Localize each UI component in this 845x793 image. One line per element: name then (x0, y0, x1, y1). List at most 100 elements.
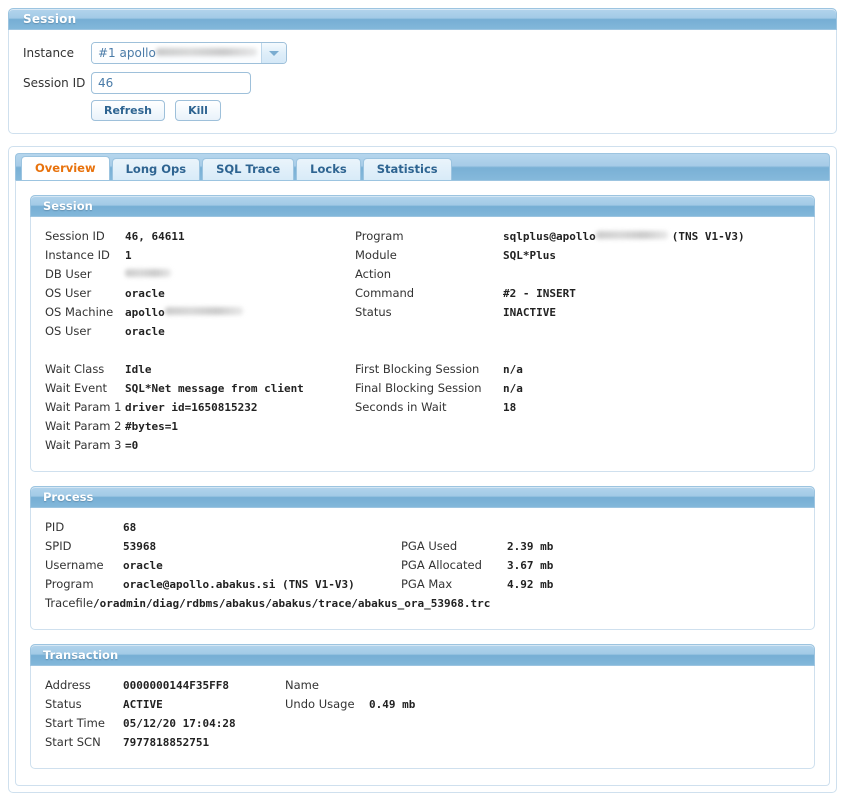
panel-session-header: Session (30, 195, 815, 217)
field-row: Name (285, 678, 800, 697)
panel-process: Process PID 68 SPID 53968 Username oracle Prog… (30, 486, 815, 630)
field-row: OS User oracle (45, 286, 355, 305)
field-row: Tracefile/oradmin/diag/rdbms/abakus/abak… (45, 596, 490, 615)
field-label: Final Blocking Session (355, 381, 482, 395)
field-spacer (45, 343, 355, 362)
field-row: Module SQL*Plus (355, 248, 800, 267)
field-label: Action (355, 267, 392, 281)
redacted-instance-text (155, 48, 257, 56)
tab-overview[interactable]: Overview (21, 156, 110, 180)
field-value: oracle (125, 325, 165, 338)
field-label: PGA Max (401, 577, 453, 591)
field-value: sqlplus@apollo (503, 230, 596, 243)
instance-select-value[interactable]: #1 apollo (92, 43, 261, 63)
transaction-fields-right: Name Undo Usage 0.49 mb (285, 678, 800, 754)
panel-session-title: Session (43, 199, 93, 213)
field-label: Wait Param 2 (45, 419, 122, 433)
field-row: Final Blocking Session n/a (355, 381, 800, 400)
field-label: First Blocking Session (355, 362, 480, 376)
field-row: Wait Param 1 driver id=1650815232 (45, 400, 355, 419)
field-value: SQL*Plus (503, 249, 556, 262)
instance-select-text: #1 apollo (98, 46, 156, 60)
field-label: PGA Allocated (401, 558, 482, 572)
field-value: 53968 (123, 540, 157, 553)
field-row: Username oracle (45, 558, 401, 577)
field-value: #2 - INSERT (503, 287, 576, 300)
panel-session: Session Session ID 46, 64611 Instance ID 1 D… (30, 195, 815, 472)
session-fields-left: Session ID 46, 64611 Instance ID 1 DB User OS… (45, 229, 355, 457)
field-value: 46, 64611 (125, 230, 185, 243)
instance-select-button[interactable] (261, 43, 286, 63)
field-value: SQL*Net message from client (125, 382, 304, 395)
redacted-value (164, 307, 243, 315)
tab-locks[interactable]: Locks (296, 158, 361, 180)
field-label: OS User (45, 286, 92, 300)
window-titlebar: Session (8, 8, 837, 30)
field-row: Start SCN 7977818852751 (45, 735, 285, 754)
field-label: Instance ID (45, 248, 110, 262)
field-value: n/a (503, 363, 523, 376)
panel-process-body: PID 68 SPID 53968 Username oracle Program oracl… (31, 508, 814, 629)
field-spacer (355, 343, 800, 362)
tab-statistics[interactable]: Statistics (362, 158, 452, 180)
field-row: Wait Class Idle (45, 362, 355, 381)
field-value: =0 (125, 439, 139, 452)
instance-select[interactable]: #1 apollo (91, 42, 287, 64)
field-row: Start Time 05/12/20 17:04:28 (45, 716, 285, 735)
field-row: Status ACTIVE (45, 697, 285, 716)
field-row: Undo Usage 0.49 mb (285, 697, 800, 716)
field-value: 0000000144F35FF8 (123, 679, 229, 692)
session-fields-right: Program sqlplus@apollo (TNS V1-V3) Module SQ… (355, 229, 800, 457)
panel-session-body: Session ID 46, 64611 Instance ID 1 DB User OS… (31, 217, 814, 471)
panel-transaction-body: Address 0000000144F35FF8 Status ACTIVE Start… (31, 666, 814, 768)
field-row: PID 68 (45, 520, 401, 539)
field-value: ACTIVE (123, 698, 163, 711)
panel-transaction-title: Transaction (43, 648, 119, 662)
field-label: Name (285, 678, 319, 692)
field-label: Wait Event (45, 381, 107, 395)
tab-long-ops[interactable]: Long Ops (111, 158, 201, 180)
field-label: Username (45, 558, 104, 572)
field-spacer (401, 520, 800, 539)
field-value: n/a (503, 382, 523, 395)
field-label: SPID (45, 539, 72, 553)
field-label: PGA Used (401, 539, 458, 553)
transaction-fields-left: Address 0000000144F35FF8 Status ACTIVE Start… (45, 678, 285, 754)
field-row: Wait Param 2 #bytes=1 (45, 419, 355, 438)
kill-button[interactable]: Kill (174, 100, 221, 121)
tab-strip: Overview Long Ops SQL Trace Locks Statistics (15, 153, 830, 180)
field-label: Wait Param 1 (45, 400, 122, 414)
field-spacer (355, 324, 800, 343)
field-value: 05/12/20 17:04:28 (123, 717, 236, 730)
refresh-button[interactable]: Refresh (91, 100, 165, 121)
field-row: First Blocking Session n/a (355, 362, 800, 381)
session-window: Session Instance #1 apollo Session ID Re… (0, 0, 845, 793)
field-label: Session ID (45, 229, 105, 243)
field-label: Seconds in Wait (355, 400, 447, 414)
field-value: 7977818852751 (123, 736, 210, 749)
field-row: DB User (45, 267, 355, 286)
session-id-input[interactable] (91, 72, 251, 94)
tab-panel-overview: Session Session ID 46, 64611 Instance ID 1 D… (15, 180, 830, 786)
field-row: SPID 53968 (45, 539, 401, 558)
field-row: Address 0000000144F35FF8 (45, 678, 285, 697)
field-label: OS Machine (45, 305, 114, 319)
field-row: Action (355, 267, 800, 286)
tab-sql-trace[interactable]: SQL Trace (202, 158, 295, 180)
session-id-label: Session ID (23, 76, 86, 90)
field-row: Seconds in Wait 18 (355, 400, 800, 419)
field-value-suffix: (TNS V1-V3) (671, 230, 745, 243)
field-label: Start SCN (45, 735, 101, 749)
field-value: driver id=1650815232 (125, 401, 258, 414)
process-fields-left: PID 68 SPID 53968 Username oracle Program oracl… (45, 520, 490, 615)
field-value: 68 (123, 521, 137, 534)
panel-transaction: Transaction Address 0000000144F35FF8 Statu… (30, 644, 815, 769)
field-value: oracle (125, 287, 165, 300)
panel-transaction-header: Transaction (30, 644, 815, 666)
field-value: 0.49 mb (369, 698, 416, 711)
field-label: Wait Param 3 (45, 438, 122, 452)
field-label: Undo Usage (285, 697, 355, 711)
panel-process-title: Process (43, 490, 94, 504)
field-row: OS User oracle (45, 324, 355, 343)
panel-process-header: Process (30, 486, 815, 508)
